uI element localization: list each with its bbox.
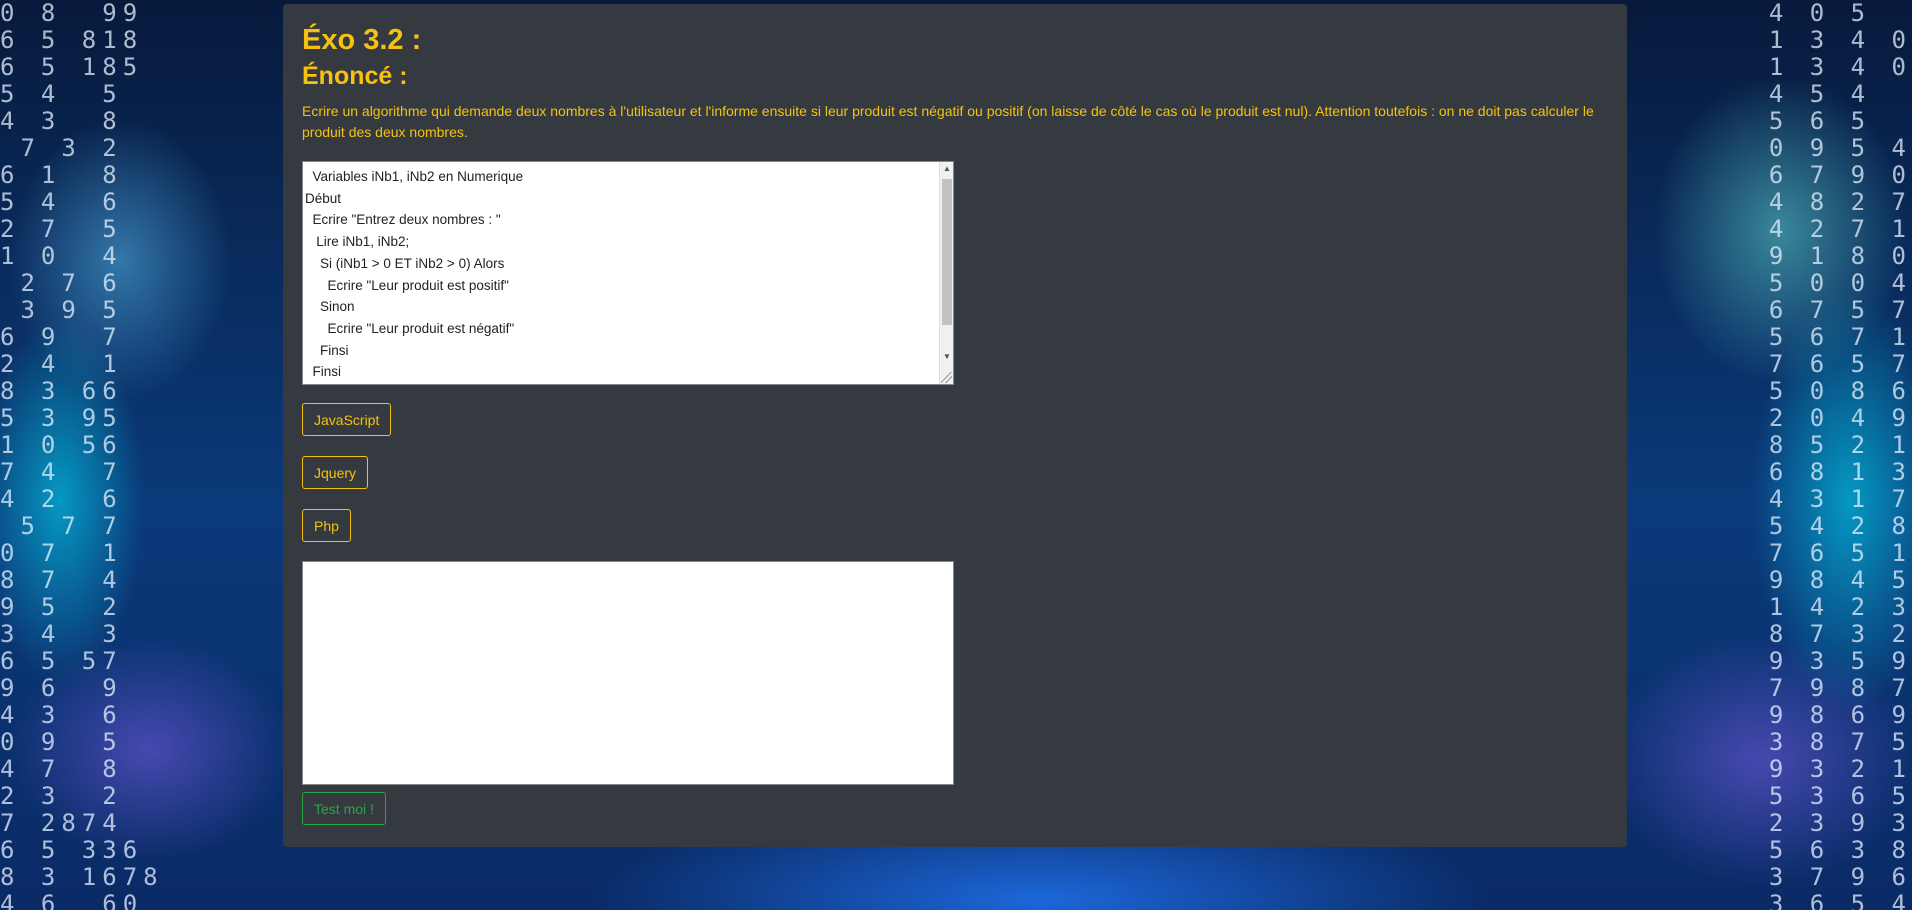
background-digits-left: 0 8 99 6 5 818 6 5 185 5 4 5 4 3 8 7 3 2… (0, 0, 164, 910)
code-line: Ecrire "Leur produit est négatif" (305, 320, 515, 336)
output-textarea[interactable] (302, 561, 954, 785)
code-line: Variables iNb1, iNb2 en Numerique (305, 169, 524, 184)
php-button[interactable]: Php (302, 509, 351, 542)
pseudocode-textarea[interactable]: Variables iNb1, iNb2 en Numerique Début … (302, 161, 954, 385)
scroll-up-arrow-icon[interactable]: ▲ (940, 162, 953, 176)
code-line: Ecrire "Entrez deux nombres : " (305, 212, 501, 228)
test-button[interactable]: Test moi ! (302, 792, 386, 825)
javascript-button[interactable]: JavaScript (302, 403, 392, 436)
resize-grip-icon[interactable] (941, 372, 952, 383)
code-line: Sinon (305, 299, 355, 315)
code-scrollbar[interactable]: ▲ ▼ (939, 162, 953, 384)
code-line: Finsi (305, 364, 342, 380)
pseudocode-content: Variables iNb1, iNb2 en Numerique Début … (303, 162, 953, 383)
code-line: Finsi (305, 342, 349, 358)
code-line: Début (305, 190, 342, 206)
exercise-panel: Éxo 3.2 : Énoncé : Ecrire un algorithme … (283, 4, 1627, 847)
code-line: Ecrire "Leur produit est positif" (305, 277, 509, 293)
statement-heading: Énoncé : (302, 62, 408, 90)
background-digits-right: 4 0 5 1 3 4 0 1 3 4 0 4 5 4 5 6 5 0 9 5 … (1768, 0, 1912, 910)
statement-text: Ecrire un algorithme qui demande deux no… (302, 103, 1594, 140)
exercise-title: Éxo 3.2 : (302, 24, 422, 56)
scroll-thumb[interactable] (942, 179, 952, 325)
code-line: Lire iNb1, iNb2; (305, 234, 410, 250)
jquery-button[interactable]: Jquery (302, 456, 369, 489)
scroll-down-arrow-icon[interactable]: ▼ (940, 350, 953, 364)
code-line: Si (iNb1 > 0 ET iNb2 > 0) Alors (305, 255, 505, 271)
